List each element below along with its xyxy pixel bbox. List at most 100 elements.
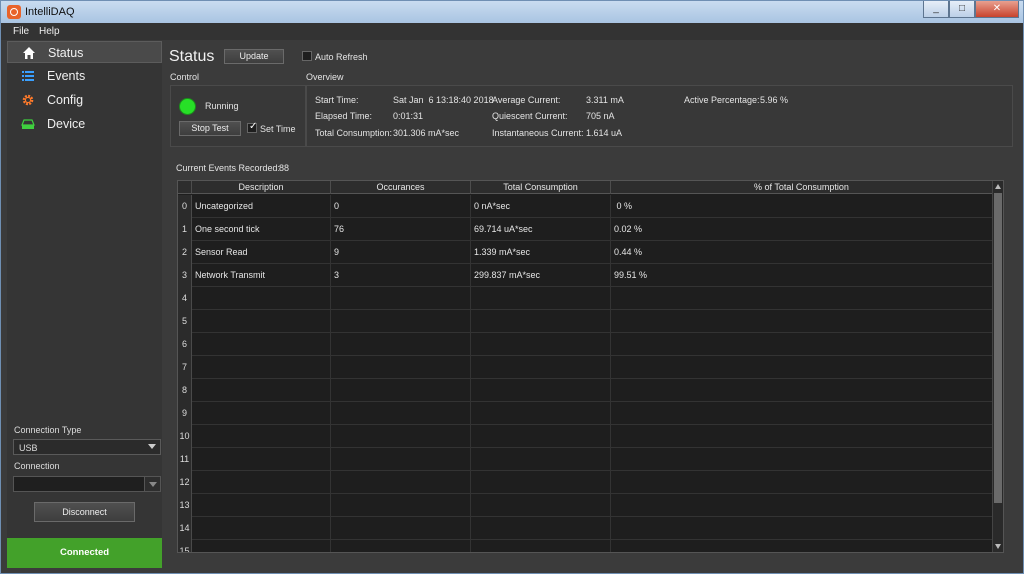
connection-select[interactable]	[13, 476, 153, 492]
table-cell-occ	[331, 425, 471, 448]
row-index: 8	[178, 379, 192, 402]
table-row[interactable]: 15	[178, 540, 993, 552]
connection-dropdown-button[interactable]	[144, 476, 161, 492]
table-cell-total: 0 nA*sec	[471, 195, 611, 218]
table-cell-total: 69.714 uA*sec	[471, 218, 611, 241]
table-row[interactable]: 14	[178, 517, 993, 540]
table-row[interactable]: 13	[178, 494, 993, 517]
auto-refresh-checkbox[interactable]	[302, 51, 312, 61]
scroll-up-icon[interactable]	[995, 184, 1001, 189]
table-cell-desc	[192, 517, 331, 540]
table-cell-total: 1.339 mA*sec	[471, 241, 611, 264]
scroll-down-icon[interactable]	[995, 544, 1001, 549]
table-row[interactable]: 5	[178, 310, 993, 333]
table-cell-pct	[611, 494, 993, 517]
chevron-down-icon	[149, 482, 157, 487]
row-index: 5	[178, 310, 192, 333]
row-index: 2	[178, 241, 192, 264]
table-cell-total	[471, 402, 611, 425]
table-row[interactable]: 7	[178, 356, 993, 379]
table-cell-desc: Sensor Read	[192, 241, 331, 264]
table-cell-pct	[611, 471, 993, 494]
update-button[interactable]: Update	[224, 49, 284, 64]
title-bar[interactable]: IntelliDAQ _ □ ✕	[1, 1, 1023, 23]
row-index: 1	[178, 218, 192, 241]
menu-file[interactable]: File	[13, 26, 29, 37]
sidebar-item-label: Config	[47, 93, 84, 107]
table-cell-total	[471, 310, 611, 333]
stop-test-button[interactable]: Stop Test	[179, 121, 241, 136]
table-cell-desc: Network Transmit	[192, 264, 331, 287]
total-consumption-value: 301.306 mA*sec	[393, 128, 460, 138]
average-current-value: 3.311 mA	[586, 95, 624, 105]
main-panel: Status Update Auto Refresh Control Overv…	[163, 41, 1018, 568]
table-cell-desc	[192, 471, 331, 494]
sidebar-item-device[interactable]: Device	[7, 113, 162, 135]
quiescent-current-value: 705 nA	[586, 111, 615, 121]
table-cell-occ	[331, 333, 471, 356]
table-header: Description Occurances Total Consumption…	[178, 181, 993, 194]
table-cell-total	[471, 287, 611, 310]
table-row[interactable]: 4	[178, 287, 993, 310]
list-icon	[22, 71, 34, 81]
table-row[interactable]: 1 One second tick 76 69.714 uA*sec 0.02 %	[178, 218, 993, 241]
table-row[interactable]: 11	[178, 448, 993, 471]
connection-type-value: USB	[19, 443, 38, 453]
connection-status-bar: Connected	[7, 538, 162, 568]
table-cell-desc	[192, 333, 331, 356]
sidebar: Status Events Config Device Connection T…	[7, 41, 162, 568]
events-table: Description Occurances Total Consumption…	[177, 180, 1004, 553]
checkmark-icon: ✓	[249, 121, 258, 132]
menu-help[interactable]: Help	[39, 26, 60, 37]
table-cell-pct: 0 %	[611, 195, 993, 218]
table-cell-pct	[611, 287, 993, 310]
close-button[interactable]: ✕	[975, 1, 1019, 18]
table-cell-pct: 0.02 %	[611, 218, 993, 241]
window-controls: _ □ ✕	[923, 1, 1019, 19]
running-label: Running	[205, 101, 239, 111]
sidebar-item-label: Events	[47, 69, 86, 83]
row-index: 3	[178, 264, 192, 287]
average-current-label: Average Current:	[492, 95, 561, 105]
auto-refresh-label: Auto Refresh	[315, 52, 368, 62]
row-index: 11	[178, 448, 192, 471]
table-cell-pct	[611, 402, 993, 425]
table-cell-occ: 0	[331, 195, 471, 218]
overview-section-label: Overview	[306, 72, 344, 82]
table-row[interactable]: 9	[178, 402, 993, 425]
table-row[interactable]: 10	[178, 425, 993, 448]
table-cell-occ	[331, 287, 471, 310]
scrollbar-thumb[interactable]	[994, 193, 1002, 503]
table-cell-total	[471, 425, 611, 448]
column-header-occurances[interactable]: Occurances	[331, 181, 471, 194]
gear-icon	[22, 94, 34, 106]
column-header-percent-consumption[interactable]: % of Total Consumption	[611, 181, 993, 194]
minimize-button[interactable]: _	[923, 1, 949, 18]
chevron-down-icon	[148, 444, 156, 449]
row-index: 15	[178, 540, 192, 552]
table-cell-occ: 76	[331, 218, 471, 241]
page-title: Status	[169, 48, 215, 65]
table-row[interactable]: 0 Uncategorized 0 0 nA*sec 0 %	[178, 195, 993, 218]
table-row[interactable]: 6	[178, 333, 993, 356]
connection-type-select[interactable]: USB	[13, 439, 161, 455]
table-cell-occ: 9	[331, 241, 471, 264]
maximize-button[interactable]: □	[949, 1, 975, 18]
column-header-total-consumption[interactable]: Total Consumption	[471, 181, 611, 194]
sidebar-item-config[interactable]: Config	[7, 89, 162, 111]
column-header-description[interactable]: Description	[192, 181, 331, 194]
sidebar-item-status[interactable]: Status	[7, 41, 162, 63]
table-cell-occ	[331, 379, 471, 402]
table-scrollbar[interactable]	[992, 181, 1003, 552]
table-row[interactable]: 2 Sensor Read 9 1.339 mA*sec 0.44 %	[178, 241, 993, 264]
active-percentage-value: 5.96 %	[760, 95, 789, 105]
table-cell-occ: 3	[331, 264, 471, 287]
sidebar-item-events[interactable]: Events	[7, 65, 162, 87]
set-time-checkbox[interactable]: ✓	[247, 121, 258, 133]
disconnect-button[interactable]: Disconnect	[34, 502, 135, 522]
table-cell-occ	[331, 448, 471, 471]
table-row[interactable]: 3 Network Transmit 3 299.837 mA*sec 99.51 %	[178, 264, 993, 287]
table-cell-desc	[192, 402, 331, 425]
table-row[interactable]: 8	[178, 379, 993, 402]
table-row[interactable]: 12	[178, 471, 993, 494]
